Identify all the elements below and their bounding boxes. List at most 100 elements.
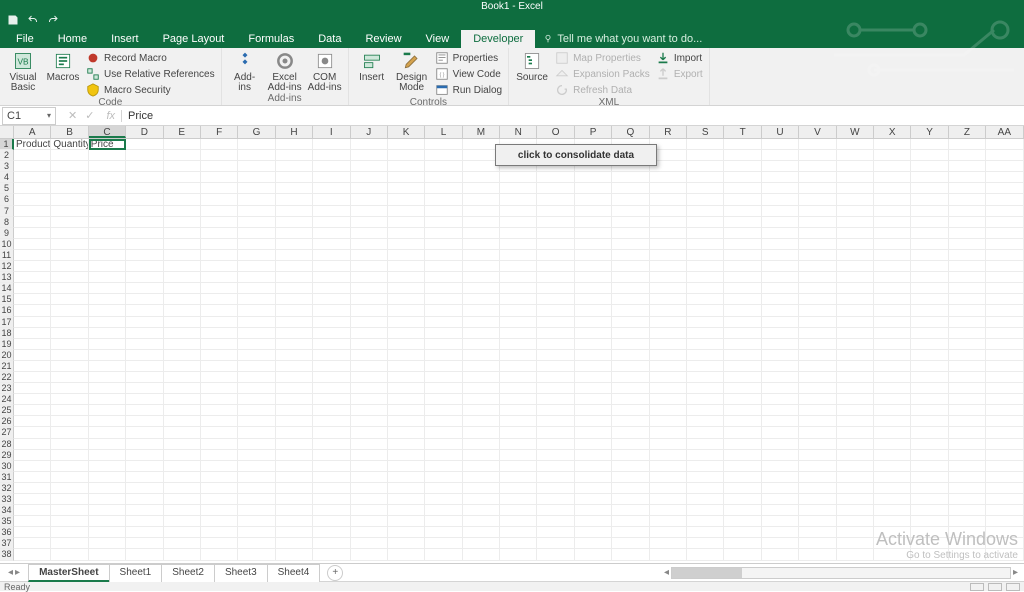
cell-W24[interactable] — [837, 394, 874, 405]
cell-B11[interactable] — [51, 250, 88, 261]
cell-F4[interactable] — [201, 172, 238, 183]
cell-G22[interactable] — [238, 372, 275, 383]
cell-O11[interactable] — [537, 250, 574, 261]
cell-H21[interactable] — [276, 361, 313, 372]
cell-R14[interactable] — [650, 283, 687, 294]
cell-AA23[interactable] — [986, 383, 1023, 394]
cell-W19[interactable] — [837, 339, 874, 350]
cell-C2[interactable] — [89, 150, 126, 161]
cell-AA2[interactable] — [986, 150, 1023, 161]
cell-L31[interactable] — [425, 472, 462, 483]
cell-J14[interactable] — [351, 283, 388, 294]
cell-G15[interactable] — [238, 294, 275, 305]
cell-F33[interactable] — [201, 494, 238, 505]
cell-S2[interactable] — [687, 150, 724, 161]
cell-V7[interactable] — [799, 206, 836, 217]
cell-J28[interactable] — [351, 439, 388, 450]
cell-S6[interactable] — [687, 194, 724, 205]
cell-M31[interactable] — [463, 472, 500, 483]
cell-G26[interactable] — [238, 416, 275, 427]
cell-C18[interactable] — [89, 328, 126, 339]
cell-N32[interactable] — [500, 483, 537, 494]
cell-W5[interactable] — [837, 183, 874, 194]
cell-N7[interactable] — [500, 206, 537, 217]
sheet-tab-mastersheet[interactable]: MasterSheet — [28, 564, 109, 582]
cell-G10[interactable] — [238, 239, 275, 250]
cell-Q29[interactable] — [612, 450, 649, 461]
cell-Q7[interactable] — [612, 206, 649, 217]
cell-V26[interactable] — [799, 416, 836, 427]
cell-C24[interactable] — [89, 394, 126, 405]
cell-K15[interactable] — [388, 294, 425, 305]
row-header-28[interactable]: 28 — [0, 439, 14, 450]
cell-C13[interactable] — [89, 272, 126, 283]
cell-Q16[interactable] — [612, 305, 649, 316]
cell-Q32[interactable] — [612, 483, 649, 494]
cell-M5[interactable] — [463, 183, 500, 194]
col-header-J[interactable]: J — [351, 126, 388, 138]
select-all-corner[interactable] — [0, 126, 14, 138]
cell-V31[interactable] — [799, 472, 836, 483]
cell-D35[interactable] — [126, 516, 163, 527]
cell-W32[interactable] — [837, 483, 874, 494]
cell-E16[interactable] — [164, 305, 201, 316]
cell-L38[interactable] — [425, 549, 462, 560]
cell-T12[interactable] — [724, 261, 761, 272]
row-header-36[interactable]: 36 — [0, 527, 14, 538]
cell-K16[interactable] — [388, 305, 425, 316]
cell-H15[interactable] — [276, 294, 313, 305]
cell-O31[interactable] — [537, 472, 574, 483]
cell-G17[interactable] — [238, 317, 275, 328]
cell-K21[interactable] — [388, 361, 425, 372]
cell-S38[interactable] — [687, 549, 724, 560]
tab-page-layout[interactable]: Page Layout — [151, 30, 237, 48]
cell-U4[interactable] — [762, 172, 799, 183]
cell-S29[interactable] — [687, 450, 724, 461]
cell-Q22[interactable] — [612, 372, 649, 383]
cell-D18[interactable] — [126, 328, 163, 339]
cell-K28[interactable] — [388, 439, 425, 450]
cell-A11[interactable] — [14, 250, 51, 261]
cell-N19[interactable] — [500, 339, 537, 350]
cell-X2[interactable] — [874, 150, 911, 161]
cell-O37[interactable] — [537, 538, 574, 549]
cell-C32[interactable] — [89, 483, 126, 494]
cell-Z22[interactable] — [949, 372, 986, 383]
cell-Y10[interactable] — [911, 239, 948, 250]
cell-B16[interactable] — [51, 305, 88, 316]
cell-I33[interactable] — [313, 494, 350, 505]
cell-Q12[interactable] — [612, 261, 649, 272]
cell-P11[interactable] — [575, 250, 612, 261]
cell-K11[interactable] — [388, 250, 425, 261]
cell-A16[interactable] — [14, 305, 51, 316]
cell-R31[interactable] — [650, 472, 687, 483]
cell-Q31[interactable] — [612, 472, 649, 483]
cell-Y17[interactable] — [911, 317, 948, 328]
cell-K12[interactable] — [388, 261, 425, 272]
cell-I20[interactable] — [313, 350, 350, 361]
view-normal-button[interactable] — [970, 583, 984, 591]
cell-H2[interactable] — [276, 150, 313, 161]
cell-E32[interactable] — [164, 483, 201, 494]
cell-F31[interactable] — [201, 472, 238, 483]
cell-F28[interactable] — [201, 439, 238, 450]
row-header-27[interactable]: 27 — [0, 427, 14, 438]
cell-W6[interactable] — [837, 194, 874, 205]
cell-Y36[interactable] — [911, 527, 948, 538]
cell-V3[interactable] — [799, 161, 836, 172]
cell-M36[interactable] — [463, 527, 500, 538]
cell-X22[interactable] — [874, 372, 911, 383]
cell-K26[interactable] — [388, 416, 425, 427]
cell-O23[interactable] — [537, 383, 574, 394]
cell-Z33[interactable] — [949, 494, 986, 505]
cell-Q26[interactable] — [612, 416, 649, 427]
cell-U21[interactable] — [762, 361, 799, 372]
cell-I36[interactable] — [313, 527, 350, 538]
cell-E7[interactable] — [164, 206, 201, 217]
cell-V33[interactable] — [799, 494, 836, 505]
cell-V5[interactable] — [799, 183, 836, 194]
cell-O24[interactable] — [537, 394, 574, 405]
cell-A36[interactable] — [14, 527, 51, 538]
cell-H22[interactable] — [276, 372, 313, 383]
cell-Y28[interactable] — [911, 439, 948, 450]
